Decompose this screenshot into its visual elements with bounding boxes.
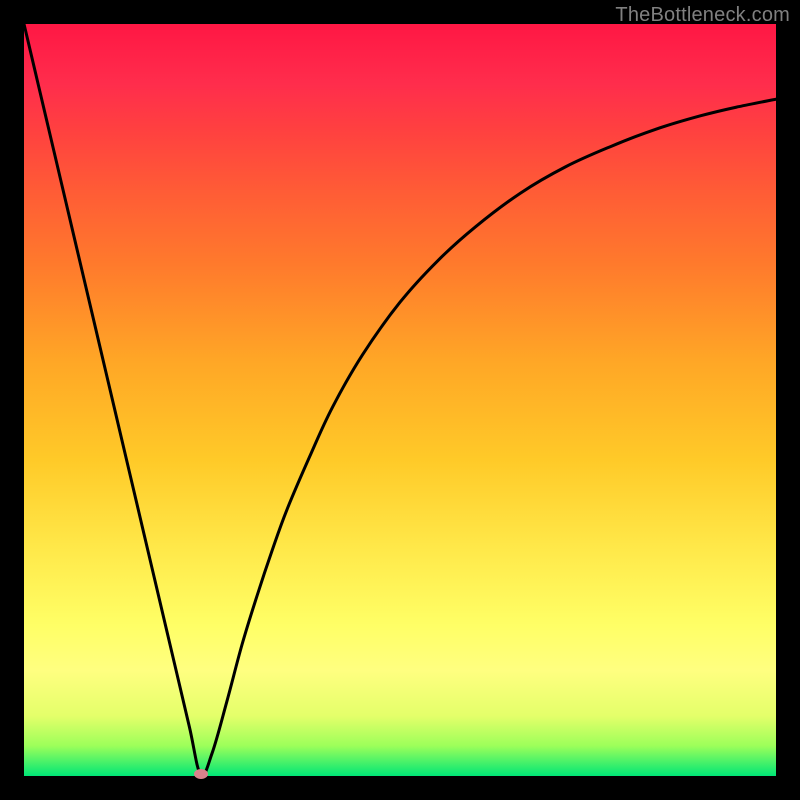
plot-area — [24, 24, 776, 776]
bottleneck-curve — [24, 24, 776, 776]
minimum-marker — [194, 769, 208, 779]
watermark-text: TheBottleneck.com — [615, 4, 790, 27]
chart-container: TheBottleneck.com — [0, 0, 800, 800]
